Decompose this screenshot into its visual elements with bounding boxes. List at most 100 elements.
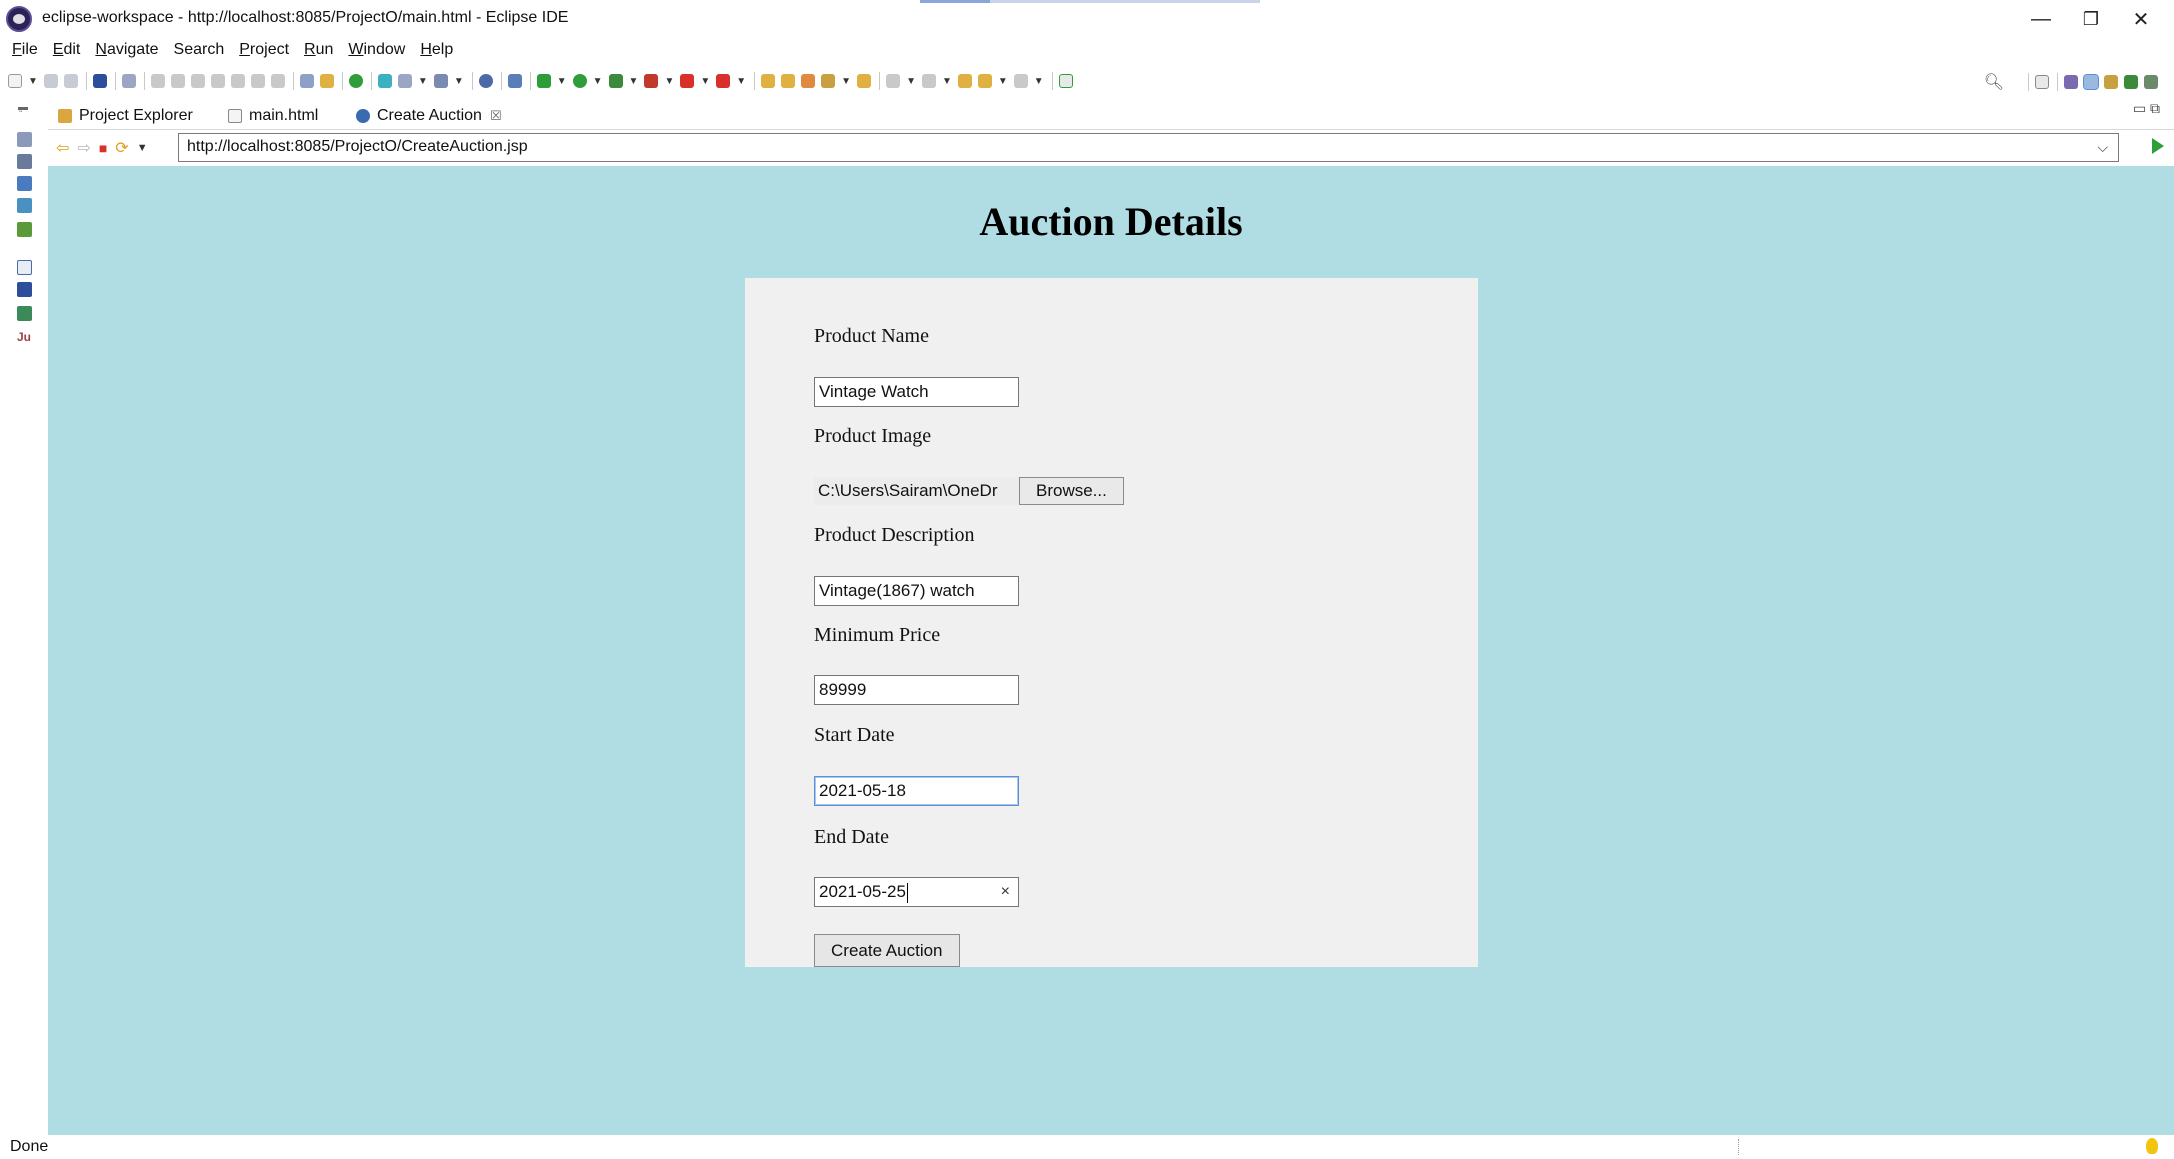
terminate-icon[interactable] bbox=[190, 74, 205, 88]
new-dropdown-icon[interactable]: ▼ bbox=[28, 76, 38, 87]
open-task-icon[interactable] bbox=[801, 74, 816, 88]
suspend-icon[interactable] bbox=[170, 74, 185, 88]
go-icon[interactable] bbox=[2152, 138, 2164, 154]
window-title: eclipse-workspace - http://localhost:808… bbox=[42, 9, 569, 26]
folder-icon[interactable] bbox=[857, 74, 872, 88]
menu-project[interactable]: Project bbox=[239, 41, 289, 59]
skip-breakpoints-icon[interactable] bbox=[121, 74, 136, 88]
minimum-price-label: Minimum Price bbox=[814, 624, 941, 646]
tab-create-auction[interactable]: Create Auction ☒ bbox=[356, 104, 502, 128]
maximize-editor-icon[interactable]: ▭ ⧉ bbox=[2133, 100, 2160, 117]
terminal-trim-icon[interactable] bbox=[17, 282, 32, 297]
debug-icon[interactable] bbox=[536, 74, 551, 88]
forward-arrow-icon[interactable]: ⇨ bbox=[77, 138, 90, 158]
web-service-icon[interactable] bbox=[433, 74, 448, 88]
text-caret bbox=[906, 882, 908, 903]
url-text: http://localhost:8085/ProjectO/CreateAuc… bbox=[187, 138, 528, 155]
forward-history-icon[interactable] bbox=[1013, 74, 1028, 88]
search-icon[interactable]: 🔍︎ bbox=[1984, 72, 2004, 92]
start-date-label: Start Date bbox=[814, 724, 895, 746]
server-icon[interactable] bbox=[299, 74, 314, 88]
prev-annotation-icon[interactable] bbox=[921, 74, 936, 88]
next-annotation-icon[interactable] bbox=[886, 74, 901, 88]
create-auction-button[interactable]: Create Auction bbox=[814, 934, 960, 967]
product-name-label: Product Name bbox=[814, 325, 929, 347]
hierarchy-trim-icon[interactable] bbox=[17, 176, 32, 191]
pen-icon[interactable] bbox=[821, 74, 836, 88]
status-text: Done bbox=[10, 1138, 49, 1155]
eclipse-window: eclipse-workspace - http://localhost:808… bbox=[0, 0, 2174, 1159]
step-over-icon[interactable] bbox=[250, 74, 265, 88]
new-server-icon[interactable] bbox=[397, 74, 412, 88]
back-arrow-icon[interactable]: ⇦ bbox=[56, 138, 69, 158]
close-tab-icon[interactable]: ☒ bbox=[490, 108, 502, 124]
product-name-input[interactable]: Vintage Watch bbox=[814, 377, 1019, 407]
disconnect-icon[interactable] bbox=[210, 74, 225, 88]
browser-nav-bar: ⇦ ⇨ ■ ⟳ ▼ http://localhost:8085/ProjectO… bbox=[48, 131, 2174, 165]
junit-trim-icon[interactable]: Ju bbox=[17, 330, 32, 345]
refresh-server-icon[interactable] bbox=[377, 74, 392, 88]
minimum-price-input[interactable]: 89999 bbox=[814, 675, 1019, 705]
profile-icon[interactable] bbox=[716, 74, 731, 88]
end-date-label: End Date bbox=[814, 826, 889, 848]
tab-project-explorer[interactable]: Project Explorer bbox=[58, 104, 193, 128]
pin-editor-icon[interactable] bbox=[1058, 74, 1073, 88]
globe-icon[interactable] bbox=[478, 74, 493, 88]
refresh-icon[interactable]: ⟳ bbox=[115, 138, 128, 158]
url-bar[interactable]: http://localhost:8085/ProjectO/CreateAuc… bbox=[178, 133, 2119, 162]
open-type-icon[interactable] bbox=[761, 74, 776, 88]
lightbulb-icon[interactable] bbox=[2146, 1138, 2158, 1154]
menu-help[interactable]: Help bbox=[420, 41, 453, 59]
browse-button[interactable]: Browse... bbox=[1019, 477, 1124, 505]
back-history-icon[interactable] bbox=[977, 74, 992, 88]
tab-main-html[interactable]: main.html bbox=[228, 104, 318, 128]
web-page: Auction Details Product Name Vintage Wat… bbox=[48, 166, 2174, 1135]
navigator-trim-icon[interactable] bbox=[17, 198, 32, 213]
end-date-input[interactable]: 2021-05-25 × bbox=[814, 877, 1019, 907]
menu-navigate[interactable]: Navigate bbox=[95, 41, 158, 59]
coverage-icon[interactable] bbox=[608, 74, 623, 88]
problems-trim-icon[interactable] bbox=[17, 306, 32, 321]
open-resource-icon[interactable] bbox=[781, 74, 796, 88]
menu-edit[interactable]: Edit bbox=[53, 41, 81, 59]
git-perspective-icon[interactable] bbox=[2144, 75, 2158, 89]
external-tools-icon[interactable] bbox=[644, 74, 659, 88]
run-icon[interactable] bbox=[572, 74, 587, 88]
start-date-input[interactable]: 2021-05-18 bbox=[814, 776, 1019, 806]
new-icon[interactable] bbox=[8, 74, 22, 88]
save-all-icon[interactable] bbox=[63, 74, 78, 88]
file-path-text: C:\Users\Sairam\OneDr bbox=[814, 477, 1019, 505]
explorer-trim-icon[interactable] bbox=[17, 132, 32, 147]
console-trim-icon[interactable] bbox=[17, 260, 32, 275]
clear-date-icon[interactable]: × bbox=[1001, 883, 1010, 901]
terminal-icon[interactable] bbox=[92, 74, 107, 88]
stop-loading-icon[interactable]: ■ bbox=[99, 140, 107, 156]
wizard-icon[interactable] bbox=[319, 74, 334, 88]
step-into-icon[interactable] bbox=[230, 74, 245, 88]
servers-trim-icon[interactable] bbox=[17, 222, 32, 237]
search-file-icon[interactable] bbox=[507, 74, 522, 88]
product-description-input[interactable]: Vintage(1867) watch bbox=[814, 576, 1019, 606]
java-perspective-icon[interactable] bbox=[2064, 75, 2078, 89]
product-image-file-input[interactable]: C:\Users\Sairam\OneDr Browse... bbox=[814, 477, 1134, 505]
menu-window[interactable]: Window bbox=[348, 41, 405, 59]
save-icon[interactable] bbox=[43, 74, 58, 88]
minimize-view-icon[interactable]: ▬ bbox=[18, 102, 28, 113]
outline-trim-icon[interactable] bbox=[17, 154, 32, 169]
stop-icon[interactable] bbox=[680, 74, 695, 88]
web-perspective-icon[interactable] bbox=[2104, 75, 2118, 89]
url-dropdown-icon[interactable]: ⌵ bbox=[2097, 139, 2108, 156]
menu-search[interactable]: Search bbox=[174, 41, 225, 59]
menu-run[interactable]: Run bbox=[304, 41, 333, 59]
close-button[interactable]: ✕ bbox=[2108, 0, 2174, 38]
run-server-icon[interactable] bbox=[348, 74, 363, 88]
last-edit-icon[interactable] bbox=[957, 74, 972, 88]
jee-perspective-icon[interactable] bbox=[2083, 74, 2099, 90]
open-perspective-icon[interactable] bbox=[2035, 75, 2049, 89]
menu-file[interactable]: File bbox=[12, 41, 38, 59]
browser-globe-icon bbox=[356, 109, 370, 123]
debug-perspective-icon[interactable] bbox=[2124, 75, 2138, 89]
nav-dropdown-icon[interactable]: ▼ bbox=[137, 142, 148, 154]
resume-icon[interactable] bbox=[150, 74, 165, 88]
step-return-icon[interactable] bbox=[270, 74, 285, 88]
